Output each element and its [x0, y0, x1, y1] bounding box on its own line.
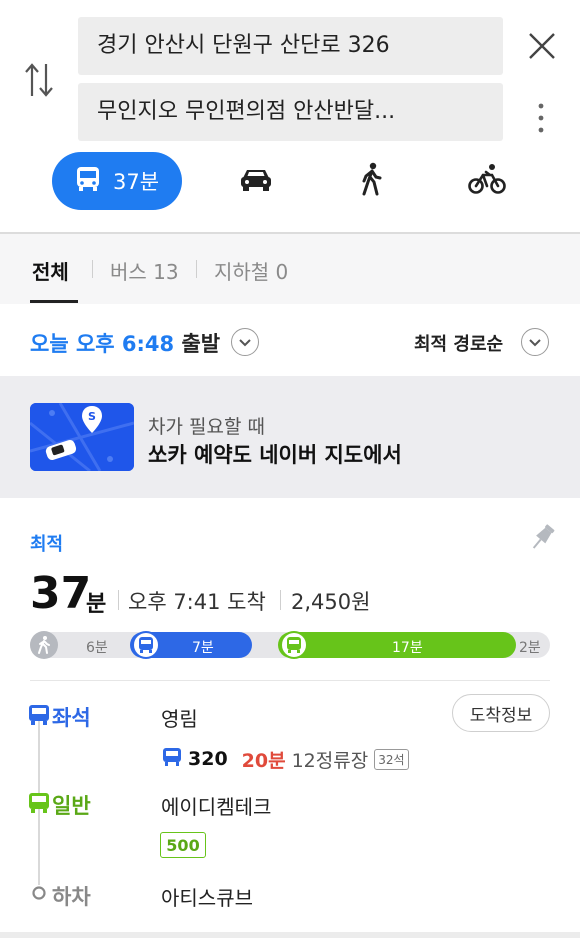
walk-segment-duration: 6분: [86, 640, 108, 656]
transfer-stop: 에이디켐테크: [161, 795, 272, 819]
bus-icon: [75, 165, 101, 198]
walk-icon: [360, 162, 384, 200]
sort-order-label[interactable]: 최적 경로순: [414, 330, 503, 356]
close-icon[interactable]: [524, 28, 560, 64]
total-duration-unit: 분: [86, 592, 107, 617]
departure-suffix: 출발: [181, 332, 221, 356]
tab-all[interactable]: 전체: [32, 256, 69, 285]
swap-direction-icon[interactable]: [22, 60, 56, 100]
sort-chevron-down-icon[interactable]: [521, 328, 549, 356]
more-options-icon[interactable]: [530, 100, 552, 136]
alight-stop: 아티스큐브: [161, 886, 253, 910]
general-bus-icon: [28, 792, 50, 818]
green-bus-number-badge[interactable]: 500: [160, 832, 206, 858]
best-route-badge: 최적: [30, 534, 64, 555]
bike-icon: [468, 163, 506, 199]
general-bus-label: 일반: [52, 794, 91, 818]
meta-separator: [118, 590, 119, 610]
destination-input[interactable]: 무인지오 무인편의점 안산반달...: [78, 83, 503, 141]
seat-bus-label: 좌석: [52, 706, 91, 730]
bus-wait-time: 20분: [241, 749, 286, 772]
route-filter-tabs: 전체 버스 13 지하철 0: [0, 234, 580, 537]
tab-separator: [196, 260, 197, 278]
transit-duration: 37분: [112, 170, 160, 194]
walk-segment-icon: [30, 631, 58, 659]
boarding-stop: 영림: [161, 707, 198, 731]
pin-icon[interactable]: [528, 522, 556, 554]
origin-input[interactable]: 경기 안산시 단원구 산단로 326: [78, 17, 503, 75]
active-tab-indicator: [30, 300, 78, 303]
green-bus-segment-duration: 17분: [392, 640, 423, 656]
bus-info-row: 320 20분 12정류장 32석: [162, 744, 409, 774]
blue-bus-segment-duration: 7분: [192, 640, 214, 656]
socar-map-car-illustration: S: [30, 403, 134, 471]
card-divider: [30, 680, 550, 681]
alight-label: 하차: [52, 885, 91, 909]
socar-ad-banner[interactable]: S 차가 필요할 때 쏘카 예약도 네이버 지도에서: [0, 376, 580, 498]
total-duration-value: 37: [30, 568, 92, 619]
departure-chevron-down-icon[interactable]: [231, 328, 259, 356]
banner-subtitle: 차가 필요할 때: [148, 416, 265, 438]
tab-subway[interactable]: 지하철 0: [214, 256, 288, 285]
bottom-divider: [0, 932, 580, 938]
mode-transit-button[interactable]: 37분: [52, 152, 182, 210]
bus-stop-count: 12정류장: [291, 749, 369, 772]
blue-bus-segment-icon: [132, 631, 160, 659]
fare: 2,450원: [291, 590, 371, 614]
tab-bus[interactable]: 버스 13: [110, 256, 179, 285]
route-search-header: 경기 안산시 단원구 산단로 326 무인지오 무인편의점 안산반달... 37…: [0, 0, 580, 234]
departure-time-selector[interactable]: 오늘 오후 6:48 출발: [30, 328, 220, 358]
alight-circle-icon: [31, 885, 47, 905]
departure-options-row: 오늘 오후 6:48 출발 최적 경로순: [0, 304, 580, 376]
transport-mode-tabs: 37분: [0, 152, 580, 214]
bus-number[interactable]: 320: [188, 748, 228, 770]
mode-bike-button[interactable]: [462, 152, 512, 210]
departure-time: 오늘 오후 6:48: [30, 332, 175, 356]
bus-icon: [162, 747, 182, 772]
arrival-info-button[interactable]: 도착정보: [452, 694, 550, 732]
banner-title: 쏘카 예약도 네이버 지도에서: [148, 443, 402, 467]
mode-walk-button[interactable]: [348, 152, 396, 210]
seat-count-badge: 32석: [374, 748, 409, 770]
final-walk-segment-duration: 2분: [519, 640, 541, 656]
meta-separator: [280, 590, 281, 610]
mode-car-button[interactable]: [230, 152, 282, 210]
seat-bus-icon: [28, 704, 50, 730]
route-result-card[interactable]: 최적 37 분 오후 7:41 도착 2,450원 6분 7분 17분 2분 좌…: [0, 498, 580, 938]
tab-separator: [92, 260, 93, 278]
svg-text:S: S: [88, 410, 96, 423]
green-bus-segment-icon: [280, 631, 308, 659]
arrival-time: 오후 7:41 도착: [128, 590, 266, 614]
car-icon: [239, 166, 273, 196]
